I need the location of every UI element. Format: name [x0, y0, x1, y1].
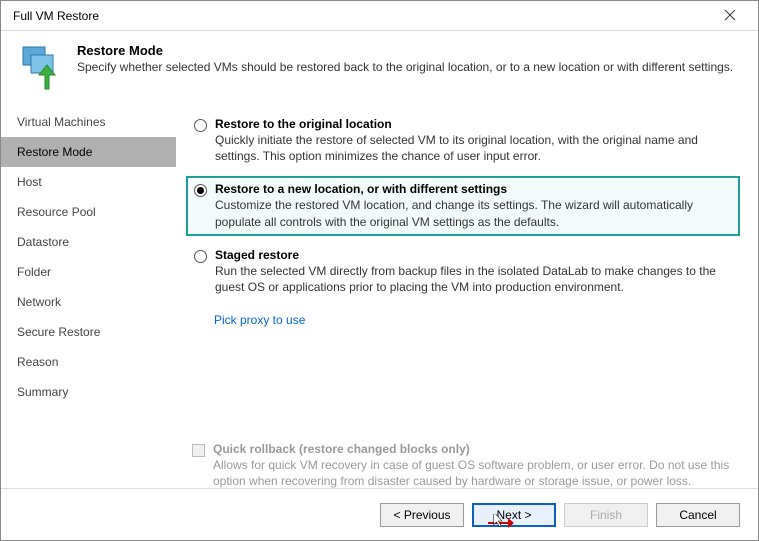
sidebar-item-restore-mode[interactable]: Restore Mode [1, 137, 176, 167]
cancel-button[interactable]: Cancel [656, 503, 740, 527]
close-icon [724, 8, 736, 24]
wizard-sidebar: Virtual Machines Restore Mode Host Resou… [1, 101, 176, 499]
sidebar-item-resource-pool[interactable]: Resource Pool [1, 197, 176, 227]
restore-icon [17, 43, 65, 91]
pick-proxy-link[interactable]: Pick proxy to use [214, 313, 305, 327]
quick-rollback-option: Quick rollback (restore changed blocks o… [186, 438, 740, 493]
quick-rollback-checkbox [192, 444, 205, 457]
sidebar-item-folder[interactable]: Folder [1, 257, 176, 287]
page-subtitle: Specify whether selected VMs should be r… [77, 60, 733, 74]
sidebar-item-host[interactable]: Host [1, 167, 176, 197]
option-title: Restore to the original location [215, 117, 732, 131]
titlebar: Full VM Restore [1, 1, 758, 31]
quick-rollback-title: Quick rollback (restore changed blocks o… [213, 442, 734, 456]
wizard-content: Restore to the original location Quickly… [176, 101, 758, 499]
sidebar-item-secure-restore[interactable]: Secure Restore [1, 317, 176, 347]
header-text: Restore Mode Specify whether selected VM… [77, 43, 733, 91]
option-original-location[interactable]: Restore to the original location Quickly… [186, 111, 740, 170]
sidebar-item-virtual-machines[interactable]: Virtual Machines [1, 107, 176, 137]
radio-staged-restore[interactable] [194, 250, 207, 263]
option-desc: Quickly initiate the restore of selected… [215, 132, 732, 164]
wizard-footer: < Previous Next > Finish Cancel [1, 488, 758, 540]
option-desc: Customize the restored VM location, and … [215, 197, 732, 229]
sidebar-item-reason[interactable]: Reason [1, 347, 176, 377]
next-button[interactable]: Next > [472, 503, 556, 527]
option-title: Restore to a new location, or with diffe… [215, 182, 732, 196]
previous-button[interactable]: < Previous [380, 503, 464, 527]
page-title: Restore Mode [77, 43, 733, 58]
option-desc: Run the selected VM directly from backup… [215, 263, 732, 295]
wizard-body: Virtual Machines Restore Mode Host Resou… [1, 101, 758, 499]
radio-new-location[interactable] [194, 184, 207, 197]
sidebar-item-network[interactable]: Network [1, 287, 176, 317]
radio-original-location[interactable] [194, 119, 207, 132]
wizard-window: Full VM Restore Restore Mode Specify whe… [0, 0, 759, 541]
window-title: Full VM Restore [9, 9, 710, 23]
option-staged-restore[interactable]: Staged restore Run the selected VM direc… [186, 242, 740, 301]
finish-button: Finish [564, 503, 648, 527]
quick-rollback-desc: Allows for quick VM recovery in case of … [213, 457, 734, 489]
option-new-location[interactable]: Restore to a new location, or with diffe… [186, 176, 740, 235]
wizard-header: Restore Mode Specify whether selected VM… [1, 31, 758, 101]
sidebar-item-datastore[interactable]: Datastore [1, 227, 176, 257]
close-button[interactable] [710, 2, 750, 30]
option-title: Staged restore [215, 248, 732, 262]
sidebar-item-summary[interactable]: Summary [1, 377, 176, 407]
